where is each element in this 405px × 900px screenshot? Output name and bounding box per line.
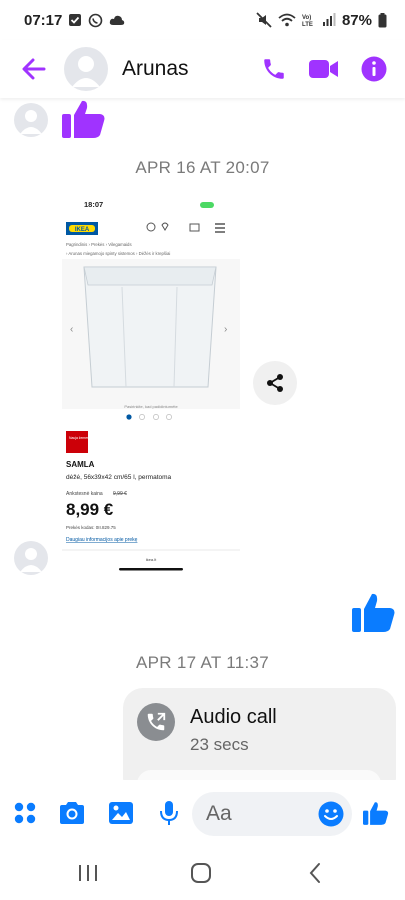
- camera-icon: [60, 802, 84, 824]
- svg-text:dėžė, 56x39x42 cm/65 l, permat: dėžė, 56x39x42 cm/65 l, permatoma: [66, 474, 172, 481]
- system-back-button[interactable]: [300, 858, 330, 888]
- svg-text:8,99 €: 8,99 €: [66, 500, 114, 519]
- outgoing-call-icon: [147, 712, 166, 731]
- image-icon: [109, 802, 133, 824]
- conversation-header: Arunas: [0, 40, 405, 98]
- contact-name[interactable]: Arunas: [122, 57, 189, 81]
- svg-text:IKEA: IKEA: [75, 227, 90, 233]
- svg-text:9,99 €: 9,99 €: [113, 491, 127, 497]
- battery-icon: [378, 12, 387, 27]
- thumbs-up-sticker-incoming[interactable]: [62, 99, 106, 139]
- thumbs-up-icon: [363, 802, 389, 825]
- signal-icon: [322, 13, 336, 26]
- home-icon: [191, 863, 211, 883]
- chevron-left-icon: [309, 863, 320, 883]
- home-button[interactable]: [186, 858, 216, 888]
- call-icon-wrapper: [137, 703, 175, 741]
- svg-text:Daugiau informacijos apie prek: Daugiau informacijos apie prekę: [66, 537, 138, 543]
- sender-avatar[interactable]: [14, 541, 48, 575]
- voice-message-button[interactable]: [154, 798, 184, 828]
- ikea-screenshot: 18:07 IKEA Pagrindinis › Prekės › Vilega…: [62, 195, 240, 573]
- svg-text:LTE: LTE: [302, 22, 313, 27]
- default-avatar-icon: [20, 110, 42, 134]
- sender-avatar[interactable]: [14, 103, 48, 137]
- message-input-placeholder: Aa: [206, 802, 232, 825]
- recent-apps-icon: [79, 865, 97, 881]
- svg-text:› Arunas miegamojo spinty sist: › Arunas miegamojo spinty sistemos › Dėž…: [66, 251, 170, 256]
- svg-text:Pasirinkite, kad padidintumėte: Pasirinkite, kad padidintumėte: [124, 404, 178, 409]
- share-icon: [267, 374, 283, 392]
- camera-button[interactable]: [57, 798, 87, 828]
- message-composer: Aa: [0, 780, 405, 846]
- checkbox-notification-icon: [69, 14, 82, 26]
- volte-icon: Vo)LTE: [302, 15, 313, 27]
- grid-dots-icon: [14, 802, 36, 824]
- gallery-button[interactable]: [106, 798, 136, 828]
- emoji-icon[interactable]: [318, 801, 344, 827]
- date-separator: APR 16 AT 20:07: [135, 158, 270, 177]
- date-separator: APR 17 AT 11:37: [135, 653, 270, 672]
- svg-text:Ankstesnė kaina: Ankstesnė kaina: [66, 491, 103, 497]
- back-button[interactable]: [10, 45, 58, 93]
- microphone-icon: [160, 801, 178, 825]
- svg-text:Vo): Vo): [302, 15, 311, 21]
- call-duration: 23 secs: [190, 735, 249, 754]
- viber-notification-icon: [89, 13, 103, 27]
- shared-image[interactable]: 18:07 IKEA Pagrindinis › Prekės › Vilega…: [62, 195, 240, 573]
- default-avatar-icon: [72, 56, 100, 87]
- contact-avatar[interactable]: [64, 47, 108, 91]
- status-bar: 07:17 Vo) LTE 87%: [0, 0, 405, 40]
- default-avatar-icon: [20, 548, 42, 572]
- status-time: 07:17: [24, 11, 63, 29]
- svg-text:ikea.lt: ikea.lt: [146, 557, 157, 562]
- info-icon[interactable]: [361, 56, 387, 82]
- svg-text:Pagrindinis › Prekės › Vilegam: Pagrindinis › Prekės › Vilegamaids: [66, 242, 132, 247]
- svg-text:18:07: 18:07: [84, 200, 103, 209]
- svg-text:‹: ‹: [70, 324, 73, 335]
- svg-text:Nauja žemesnė kaina: Nauja žemesnė kaina: [69, 436, 102, 440]
- voice-call-icon[interactable]: [261, 56, 287, 82]
- recent-apps-button[interactable]: [73, 858, 103, 888]
- cloud-notification-icon: [110, 15, 125, 25]
- back-arrow-icon: [22, 58, 46, 80]
- svg-text:SAMLA: SAMLA: [66, 460, 95, 469]
- mute-icon: [256, 12, 272, 28]
- video-call-icon[interactable]: [309, 58, 339, 80]
- wifi-icon: [278, 13, 296, 27]
- svg-text:›: ›: [224, 324, 227, 335]
- battery-percent: 87%: [341, 11, 372, 29]
- share-button[interactable]: [253, 361, 297, 405]
- message-input[interactable]: Aa: [192, 792, 352, 836]
- call-title: Audio call: [190, 706, 277, 728]
- send-like-button[interactable]: [361, 798, 391, 828]
- thumbs-up-sticker-outgoing[interactable]: [352, 591, 396, 633]
- svg-text:Prekės kodas: 0II.829.75: Prekės kodas: 0II.829.75: [66, 525, 116, 530]
- more-actions-button[interactable]: [10, 798, 40, 828]
- system-navigation-bar: [0, 846, 405, 900]
